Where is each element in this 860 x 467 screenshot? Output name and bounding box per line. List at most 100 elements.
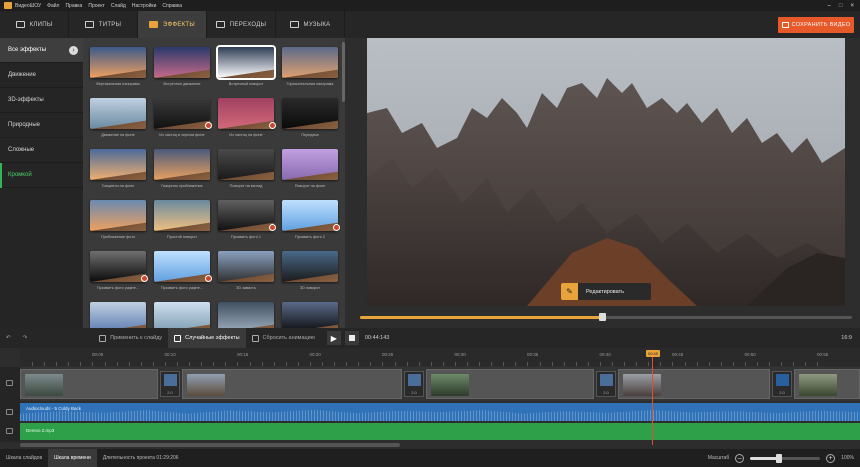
effect-item[interactable]: Поворот на фоне xyxy=(279,146,341,196)
effect-thumbnail xyxy=(154,149,210,180)
slides-view-button[interactable]: Шкала слайдов xyxy=(0,449,48,467)
category-complex[interactable]: Сложные xyxy=(0,138,83,163)
zoom-in-icon[interactable]: + xyxy=(826,453,836,463)
effect-item[interactable]: Горизонтальная панорама xyxy=(279,44,341,94)
transition-slot[interactable]: 2.0 xyxy=(160,371,180,397)
effect-item[interactable]: Из частиц на фоне xyxy=(215,95,277,145)
effect-thumbnail xyxy=(154,47,210,78)
minimize-icon[interactable]: – xyxy=(828,3,831,9)
effect-item[interactable]: Простой поворот xyxy=(151,197,213,247)
category-all[interactable]: Все эффекты › xyxy=(0,38,83,63)
seek-handle[interactable] xyxy=(599,313,606,321)
transition-slot[interactable]: 2.0 xyxy=(596,371,616,397)
ruler-tick-label: 00:05 xyxy=(92,352,104,357)
play-button[interactable]: ▶ xyxy=(326,331,341,345)
effect-item[interactable]: Проявить фото 1 xyxy=(215,197,277,247)
effect-item[interactable]: Встречное движение xyxy=(151,44,213,94)
timeline-clip[interactable] xyxy=(20,369,158,399)
titles-icon xyxy=(84,21,94,28)
tab-titles[interactable]: ТИТРЫ xyxy=(69,11,138,38)
effect-item[interactable]: Встречный поворот xyxy=(215,44,277,94)
tab-music[interactable]: МУЗЫКА xyxy=(276,11,345,38)
effect-item[interactable] xyxy=(151,299,213,328)
effect-item[interactable] xyxy=(215,299,277,328)
transition-slot[interactable]: 2.0 xyxy=(404,371,424,397)
edit-effect-button[interactable]: ✎ Редактировать xyxy=(561,283,651,300)
timeline-clip[interactable] xyxy=(426,369,594,399)
stop-button[interactable] xyxy=(344,331,359,345)
playhead-line[interactable] xyxy=(652,357,653,445)
playhead-time[interactable]: 00:45 xyxy=(646,350,660,357)
effect-item[interactable]: 3D поворот xyxy=(279,248,341,298)
category-nature[interactable]: Природные xyxy=(0,113,83,138)
timeline-clip[interactable] xyxy=(794,369,860,399)
apply-to-slide-button[interactable]: Применить к слайду xyxy=(93,328,168,348)
premium-badge-icon xyxy=(333,224,340,231)
maximize-icon[interactable]: □ xyxy=(839,3,843,9)
menu-slide[interactable]: Слайд xyxy=(111,3,126,9)
effects-scrollbar[interactable] xyxy=(342,42,345,102)
effect-thumbnail xyxy=(90,302,146,328)
menu-edit[interactable]: Правка xyxy=(65,3,82,9)
menu-project[interactable]: Проект xyxy=(88,3,104,9)
undo-icon[interactable]: ↶ xyxy=(0,328,17,348)
effect-item[interactable]: Проявить фото рафте... xyxy=(87,248,149,298)
effect-item[interactable]: Проявить фото 2 xyxy=(279,197,341,247)
effect-item[interactable] xyxy=(279,299,341,328)
timeline-clip[interactable] xyxy=(618,369,770,399)
effect-item[interactable]: 3D зависть xyxy=(215,248,277,298)
effect-item[interactable]: Гиацинты приближение xyxy=(151,146,213,196)
effect-item[interactable]: Гиацинты на фоне xyxy=(87,146,149,196)
ruler-tick-label: 00:45 xyxy=(672,352,684,357)
clip-thumbnail xyxy=(25,374,63,396)
video-track: 2.0 2.0 2.0 2.0 xyxy=(20,367,860,401)
zoom-handle[interactable] xyxy=(776,453,783,463)
audio-track-music[interactable]: Audioclouds - 5 Coldy Back xyxy=(20,403,860,421)
effect-label: Из частиц в черном фоне xyxy=(159,133,205,137)
redo-icon[interactable]: ↷ xyxy=(17,328,34,348)
effect-item[interactable]: Вертикальная панорама xyxy=(87,44,149,94)
zoom-value: 100% xyxy=(841,455,854,461)
close-icon[interactable]: × xyxy=(850,3,854,9)
effect-item[interactable]: Приближение фото xyxy=(87,197,149,247)
category-3d[interactable]: 3D-эффекты xyxy=(0,88,83,113)
timeline-clip[interactable] xyxy=(182,369,402,399)
zoom-slider[interactable] xyxy=(750,453,821,463)
tab-effects[interactable]: ЭФФЕКТЫ xyxy=(138,11,207,38)
effect-thumbnail xyxy=(90,200,146,231)
time-ruler[interactable]: 00:05 00:10 00:15 00:20 00:25 00:30 00:35 00:40… xyxy=(20,348,860,366)
zoom-out-icon[interactable]: – xyxy=(735,453,745,463)
effect-thumbnail xyxy=(90,251,146,282)
audio-track-voice[interactable]: Derevo 2.mp3 xyxy=(20,423,860,440)
track-controls xyxy=(0,367,20,442)
aspect-ratio[interactable]: 16:9 xyxy=(841,335,852,341)
tab-transitions[interactable]: ПЕРЕХОДЫ xyxy=(207,11,276,38)
timeline-scrollbar[interactable] xyxy=(20,443,400,447)
effect-item[interactable]: Передача xyxy=(279,95,341,145)
effect-categories: Все эффекты › Движение 3D-эффекты Природн… xyxy=(0,38,83,328)
effect-label: Приближение фото xyxy=(100,235,136,239)
save-video-button[interactable]: СОХРАНИТЬ ВИДЕО xyxy=(778,17,854,33)
effects-icon xyxy=(148,21,158,28)
transition-slot[interactable]: 2.0 xyxy=(772,371,792,397)
effect-item[interactable]: Проявить фото рафте... xyxy=(151,248,213,298)
timeline-view-button[interactable]: Шкала времени xyxy=(48,449,97,467)
menu-file[interactable]: Файл xyxy=(47,3,59,9)
premium-badge-icon xyxy=(269,122,276,129)
effect-thumbnail xyxy=(154,98,210,129)
menu-settings[interactable]: Настройки xyxy=(132,3,157,9)
menu-help[interactable]: Справка xyxy=(162,3,182,9)
tab-clips[interactable]: КЛИПЫ xyxy=(0,11,69,38)
reset-animation-button[interactable]: Сбросить анимацию xyxy=(246,328,321,348)
category-border[interactable]: Кромкой xyxy=(0,163,83,188)
effect-item[interactable]: Из частиц в черном фоне xyxy=(151,95,213,145)
effect-thumbnail xyxy=(282,98,338,129)
effect-thumbnail xyxy=(218,149,274,180)
effect-item[interactable]: Движение на фоне xyxy=(87,95,149,145)
random-effects-button[interactable]: Случайные эффекты xyxy=(168,328,246,348)
effect-item[interactable] xyxy=(87,299,149,328)
category-motion[interactable]: Движение xyxy=(0,63,83,88)
effect-item[interactable]: Поворот на взгляд xyxy=(215,146,277,196)
effect-label: Из частиц на фоне xyxy=(229,133,263,137)
ruler-tick-label: 00:40 xyxy=(599,352,611,357)
